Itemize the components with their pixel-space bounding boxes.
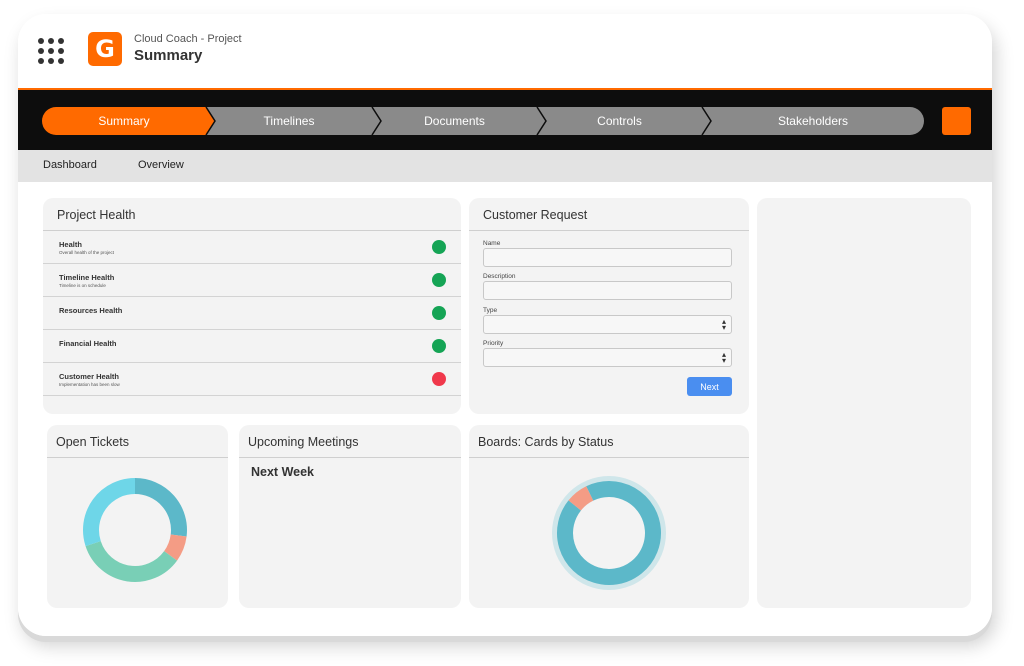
stage-chevron-icon — [696, 107, 712, 135]
stage-stakeholders[interactable]: Stakeholders — [702, 107, 924, 135]
stage-navbar: Summary Timelines Documents Controls Stakeho… — [18, 90, 992, 150]
health-status-dot — [432, 339, 446, 353]
page-title: Summary — [134, 47, 203, 64]
health-name: Timeline Health — [59, 273, 115, 282]
health-name: Health — [59, 240, 82, 249]
type-select[interactable]: ▴ ▾ — [483, 315, 732, 334]
project-health-title: Project Health — [57, 208, 136, 222]
stage-path: Summary Timelines Documents Controls Stakeho… — [42, 107, 924, 135]
name-field[interactable] — [483, 248, 732, 267]
health-name: Resources Health — [59, 306, 123, 315]
donut-slice-3 — [85, 540, 178, 582]
app-header: G Cloud Coach - Project Summary — [18, 14, 992, 90]
health-description: Timeline is on schedule — [59, 283, 106, 288]
stage-label: Controls — [597, 114, 642, 128]
stage-label: Documents — [424, 114, 485, 128]
health-status-dot — [432, 240, 446, 254]
stage-summary[interactable]: Summary — [42, 107, 206, 135]
health-name: Financial Health — [59, 339, 117, 348]
donut-slice-2 — [163, 534, 187, 561]
stage-label: Timelines — [263, 114, 315, 128]
select-arrows-icon: ▴ ▾ — [721, 317, 726, 332]
card-divider — [239, 457, 461, 458]
device-frame: G Cloud Coach - Project Summary Summary T… — [18, 14, 992, 636]
health-row: Customer Health Implementation has been s… — [43, 363, 461, 396]
boards-card: Boards: Cards by Status — [469, 425, 749, 608]
boards-title: Boards: Cards by Status — [478, 435, 614, 449]
project-health-card: Project Health Health Overall health of t… — [43, 198, 461, 414]
dashboard-content: Project Health Health Overall health of t… — [18, 182, 992, 636]
next-button[interactable]: Next — [687, 377, 732, 396]
health-status-dot — [432, 306, 446, 320]
sub-navigation: Dashboard Overview — [18, 150, 992, 182]
side-panel — [757, 198, 971, 608]
health-row: Resources Health — [43, 297, 461, 330]
stage-label: Stakeholders — [777, 114, 849, 128]
health-status-dot — [432, 372, 446, 386]
health-row: Health Overall health of the project — [43, 231, 461, 264]
upcoming-meetings-card: Upcoming Meetings Next Week — [239, 425, 461, 608]
description-field[interactable] — [483, 281, 732, 300]
type-label: Type — [483, 307, 498, 314]
stage-action-button[interactable] — [942, 107, 971, 135]
open-tickets-title: Open Tickets — [56, 435, 129, 449]
app-logo: G — [88, 32, 122, 66]
stage-documents[interactable]: Documents — [372, 107, 537, 135]
app-subtitle: Cloud Coach - Project — [134, 33, 242, 45]
open-tickets-donut-chart — [83, 478, 187, 582]
name-label: Name — [483, 240, 501, 247]
health-row: Timeline Health Timeline is on schedule — [43, 264, 461, 297]
health-name: Customer Health — [59, 372, 120, 381]
health-description: Overall health of the project — [59, 250, 115, 255]
subnav-overview[interactable]: Overview — [138, 159, 184, 171]
card-divider — [469, 230, 749, 231]
stage-controls[interactable]: Controls — [537, 107, 702, 135]
description-label: Description — [483, 273, 516, 280]
customer-request-title: Customer Request — [483, 208, 588, 222]
subnav-dashboard[interactable]: Dashboard — [43, 159, 97, 171]
donut-slice-2 — [568, 486, 594, 511]
app-launcher-icon[interactable] — [38, 38, 64, 64]
stage-chevron-icon — [366, 107, 382, 135]
priority-select[interactable]: ▴ ▾ — [483, 348, 732, 367]
customer-request-card: Customer Request Name Description Type ▴… — [469, 198, 749, 414]
select-arrows-icon: ▴ ▾ — [721, 350, 726, 365]
next-week-heading: Next Week — [251, 465, 314, 479]
donut-slice-4 — [83, 478, 136, 547]
stage-timelines[interactable]: Timelines — [206, 107, 372, 135]
stage-label: Summary — [98, 114, 150, 128]
priority-label: Priority — [483, 340, 504, 347]
app-logo-letter: G — [95, 35, 115, 63]
upcoming-meetings-title: Upcoming Meetings — [248, 435, 359, 449]
health-description: Implementation has been slow — [59, 382, 120, 387]
stage-chevron-icon — [200, 107, 216, 135]
health-row: Financial Health — [43, 330, 461, 363]
open-tickets-card: Open Tickets — [47, 425, 228, 608]
boards-donut-chart — [552, 476, 666, 590]
health-status-dot — [432, 273, 446, 287]
stage-chevron-icon — [531, 107, 547, 135]
donut-hole — [573, 497, 645, 569]
donut-slice-1 — [134, 478, 187, 537]
